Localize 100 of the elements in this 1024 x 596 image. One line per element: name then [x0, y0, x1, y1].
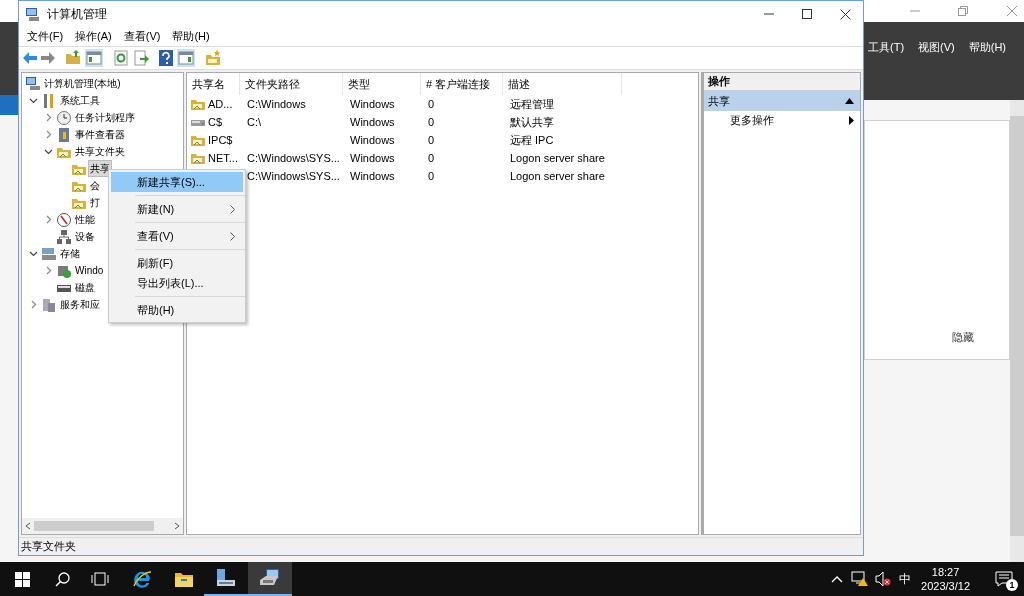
window-title: 计算机管理: [47, 6, 107, 23]
section-title: 共享: [708, 93, 730, 109]
maximize-icon[interactable]: [802, 9, 812, 19]
up-folder-icon[interactable]: [65, 50, 81, 66]
tree-item[interactable]: 性能: [73, 211, 97, 228]
tree-item[interactable]: 磁盘: [73, 279, 97, 296]
back-icon[interactable]: [23, 52, 37, 64]
table-cell-text: Windows: [350, 132, 395, 148]
notification-icon: [995, 571, 1013, 587]
status-text: 共享文件夹: [20, 539, 76, 555]
actions-header: 操作: [704, 73, 860, 91]
tree-item[interactable]: 系统工具: [58, 92, 102, 109]
tree-item[interactable]: 计算机管理(本地): [42, 75, 123, 92]
menu-item[interactable]: 查看(V): [117, 28, 167, 45]
new-share-icon[interactable]: [205, 50, 221, 66]
action-item[interactable]: 更多操作: [704, 111, 860, 130]
menu-item[interactable]: 刷新(F): [111, 253, 243, 273]
menu-item[interactable]: 导出列表(L)...: [111, 273, 243, 293]
server-manager-icon[interactable]: [215, 568, 237, 588]
column-header[interactable]: 共享名: [187, 73, 240, 95]
menu-item[interactable]: 操作(A): [69, 28, 118, 45]
windows-start-icon[interactable]: [14, 571, 30, 587]
refresh-icon[interactable]: [113, 50, 129, 66]
menu-item[interactable]: 帮助(H): [166, 28, 216, 45]
column-header[interactable]: 文件夹路径: [240, 73, 343, 95]
table-cell-text: Windows: [350, 114, 395, 130]
clock-date[interactable]: 2023/3/12: [921, 579, 970, 593]
table-cell-text: Logon server share: [510, 168, 605, 184]
table-cell-text: NET...: [208, 150, 238, 166]
tree-item[interactable]: 存储: [58, 245, 82, 262]
close-icon[interactable]: [840, 8, 851, 20]
table-cell-text: IPC$: [208, 132, 233, 148]
network-warning-icon[interactable]: [851, 571, 870, 587]
column-header[interactable]: 描述: [503, 73, 622, 95]
hide-label[interactable]: 隐藏: [952, 329, 974, 346]
column-header[interactable]: 类型: [343, 73, 421, 95]
table-cell-text: C:\Windows: [247, 96, 306, 112]
table-cell-text: 0: [428, 114, 435, 130]
scroll-left-icon[interactable]: [24, 522, 32, 530]
menu-item[interactable]: 新建共享(S)...: [111, 172, 243, 192]
browser-icon[interactable]: [132, 569, 152, 589]
table-cell-text: Windows: [350, 168, 395, 184]
horizontal-scrollbar[interactable]: [22, 518, 183, 534]
folder-icon[interactable]: [174, 570, 194, 588]
menu-item[interactable]: 工具(T): [868, 39, 905, 56]
chevron-down-icon[interactable]: [28, 96, 38, 105]
device-tree-icon: [56, 228, 72, 245]
tree-item[interactable]: 事件查看器: [73, 126, 127, 143]
services-icon: [41, 296, 57, 313]
help-icon[interactable]: [159, 50, 173, 66]
table-cell-text: C$: [208, 114, 223, 130]
section-header[interactable]: 共享: [704, 91, 860, 111]
table-cell-text: 远程 IPC: [510, 132, 554, 148]
search-icon[interactable]: [54, 571, 70, 587]
table-cell-text: 默认共享: [510, 114, 554, 130]
menu-item[interactable]: 查看(V): [111, 226, 243, 246]
table-cell-text: Windows: [350, 96, 395, 112]
forward-icon[interactable]: [41, 52, 55, 64]
storage-icon: [41, 245, 57, 262]
scrollbar[interactable]: [1010, 100, 1024, 562]
submenu-arrow-icon: [849, 116, 854, 125]
input-method-indicator[interactable]: 中: [899, 570, 912, 588]
menu-item[interactable]: 帮助(H): [968, 39, 1006, 56]
table-cell-text: 0: [428, 96, 435, 112]
table-cell-text: 0: [428, 150, 435, 166]
export-icon[interactable]: [133, 50, 149, 66]
tree-item[interactable]: 共享文件夹: [73, 143, 127, 160]
computer-management-icon[interactable]: [259, 568, 281, 588]
menu-item[interactable]: 视图(V): [918, 39, 955, 56]
notification-badge: 1: [1006, 579, 1018, 591]
table-cell-text: C:\Windows\SYS...: [247, 150, 340, 166]
task-view-icon[interactable]: [91, 572, 109, 586]
tree-item[interactable]: 任务计划程序: [73, 109, 137, 126]
menu-item[interactable]: 文件(F): [21, 28, 70, 45]
table-cell-text: Windows: [350, 150, 395, 166]
collapse-icon[interactable]: [845, 98, 854, 104]
chevron-down-icon[interactable]: [43, 147, 53, 156]
table-cell-text: 0: [428, 168, 435, 184]
action-pane-icon[interactable]: [177, 49, 195, 67]
clock-time[interactable]: 18:27: [931, 565, 960, 579]
event-log-icon: [56, 126, 72, 143]
table-cell-text: AD...: [208, 96, 233, 112]
scroll-right-icon[interactable]: [173, 522, 181, 530]
speaker-muted-icon[interactable]: [875, 571, 892, 587]
chevron-up-icon[interactable]: [831, 575, 844, 583]
tree-item[interactable]: 打: [88, 194, 102, 211]
menu-item[interactable]: 帮助(H): [111, 300, 243, 320]
table-cell-text: C:\Windows\SYS...: [247, 168, 340, 184]
tree-item[interactable]: 会: [88, 177, 102, 194]
menu-item[interactable]: 新建(N): [111, 199, 243, 219]
table-cell-text: 0: [428, 132, 435, 148]
tree-item[interactable]: 服务和应: [58, 296, 102, 313]
notification-button[interactable]: 1: [984, 562, 1024, 596]
column-header[interactable]: # 客户端连接: [421, 73, 503, 95]
restore-icon[interactable]: [958, 6, 968, 16]
console-tree-icon[interactable]: [85, 49, 103, 67]
tree-item[interactable]: Windo: [73, 262, 106, 279]
gauge-icon: [56, 211, 72, 228]
chevron-down-icon[interactable]: [28, 249, 38, 258]
tree-item[interactable]: 设备: [73, 228, 97, 245]
